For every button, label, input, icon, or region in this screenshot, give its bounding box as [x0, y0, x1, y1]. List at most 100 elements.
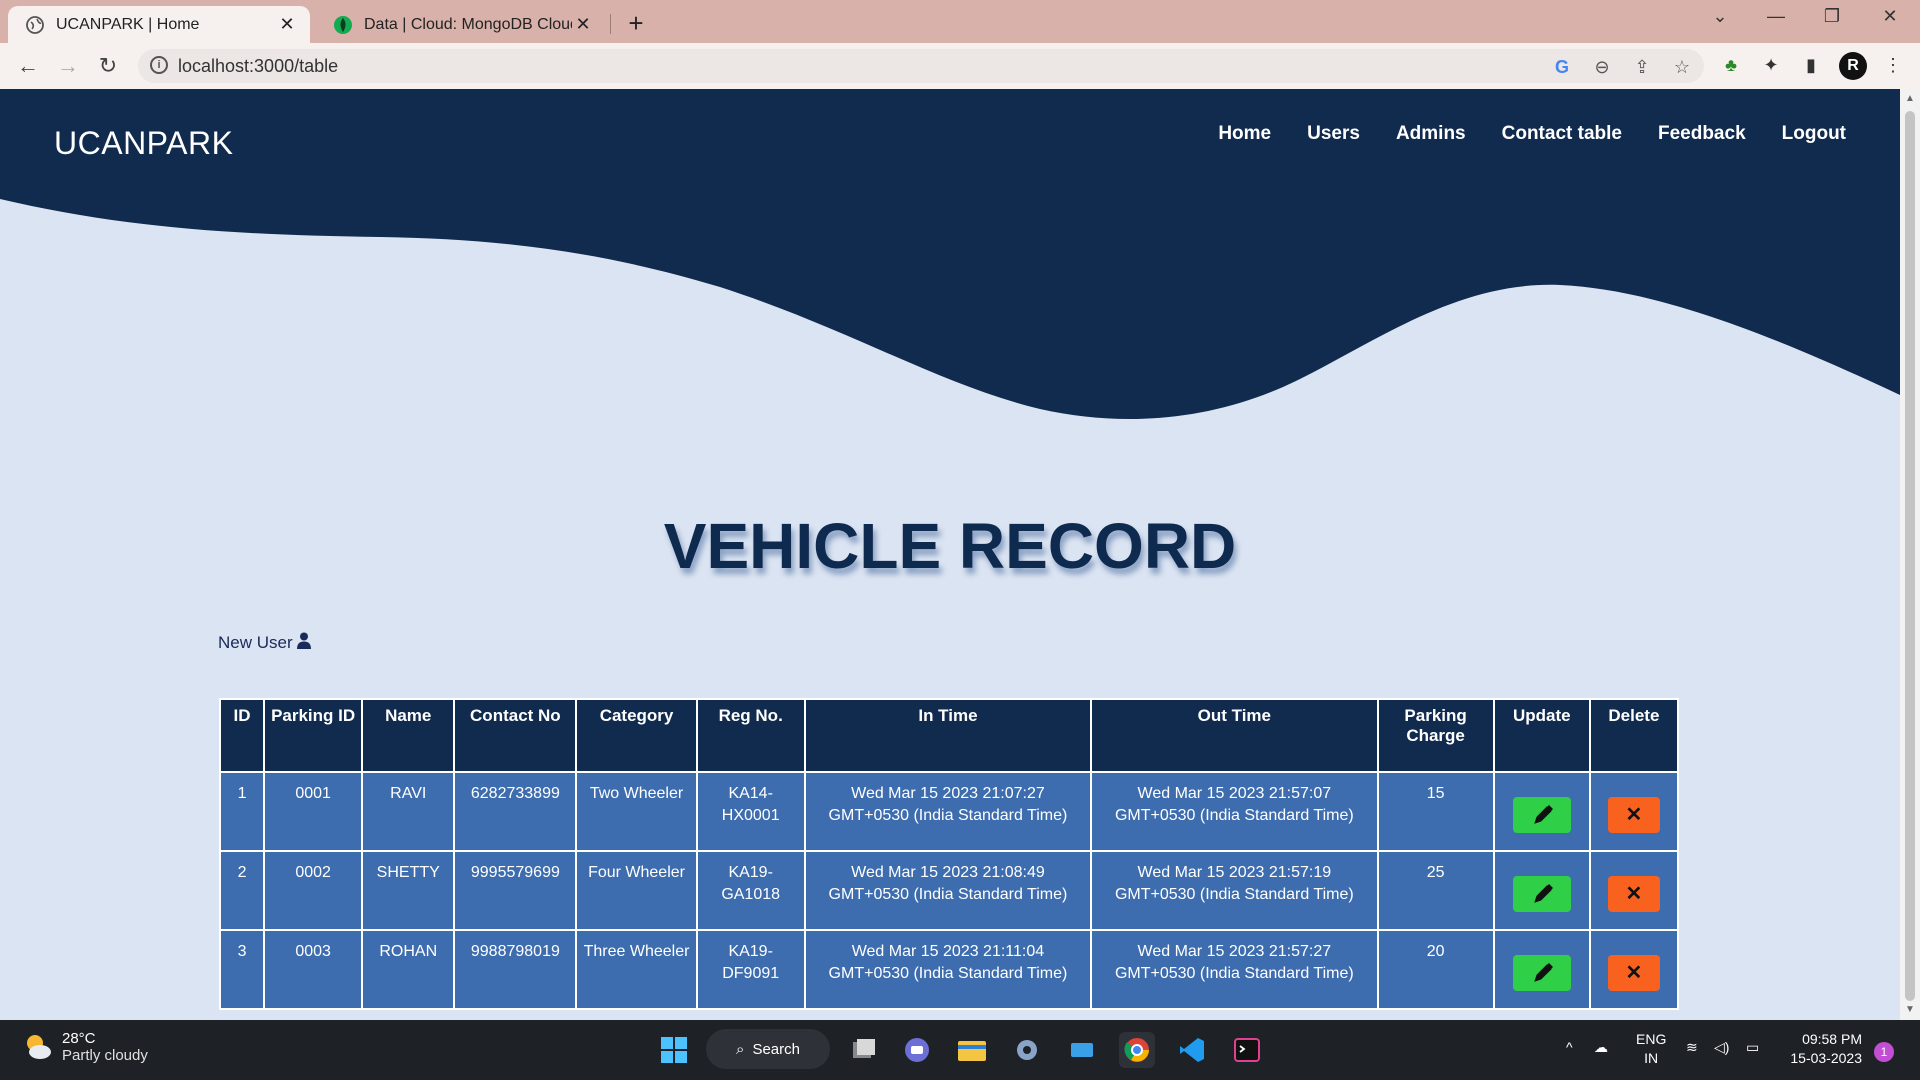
close-tab-icon[interactable]: ✕: [276, 14, 298, 35]
side-panel-icon[interactable]: ▮: [1798, 55, 1824, 76]
nav-logout[interactable]: Logout: [1782, 123, 1846, 145]
vscode-icon[interactable]: [1174, 1032, 1210, 1068]
cell-id: 1: [218, 771, 266, 852]
address-bar[interactable]: i localhost:3000/table G ⊖ ⇪ ☆: [138, 49, 1704, 83]
delete-button[interactable]: ✕: [1607, 955, 1660, 991]
table-row: 2 0002 SHETTY 9995579699 Four Wheeler KA…: [218, 850, 1680, 931]
delete-button[interactable]: ✕: [1607, 876, 1660, 912]
header-id: ID: [218, 698, 266, 773]
scroll-down-icon[interactable]: ▼: [1900, 1004, 1920, 1015]
header-parking-charge: Parking Charge: [1376, 698, 1495, 773]
delete-button[interactable]: ✕: [1607, 797, 1660, 833]
pencil-icon: [1533, 963, 1553, 982]
lang-bottom: IN: [1644, 1050, 1659, 1066]
header-parking-id: Parking ID: [263, 698, 364, 773]
clock-date: 15-03-2023: [1790, 1050, 1862, 1066]
extensions-puzzle-icon[interactable]: ✦: [1758, 55, 1784, 76]
header-out-time: Out Time: [1090, 698, 1379, 773]
nav-home[interactable]: Home: [1218, 123, 1271, 145]
cell-in-time: Wed Mar 15 2023 21:07:27 GMT+0530 (India…: [803, 771, 1093, 852]
nav-feedback[interactable]: Feedback: [1658, 123, 1746, 145]
minimize-icon[interactable]: —: [1756, 6, 1796, 27]
settings-gear-icon[interactable]: [1009, 1032, 1045, 1068]
nav-contact-table[interactable]: Contact table: [1502, 123, 1622, 145]
tab-search-chevron-icon[interactable]: ⌄: [1700, 6, 1740, 27]
cell-in-time: Wed Mar 15 2023 21:08:49 GMT+0530 (India…: [803, 850, 1093, 931]
site-info-icon[interactable]: i: [150, 56, 168, 74]
tab-ucanpark[interactable]: UCANPARK | Home ✕: [8, 6, 310, 43]
nav-admins[interactable]: Admins: [1396, 123, 1466, 145]
remote-desktop-icon[interactable]: [1064, 1032, 1100, 1068]
nav-users[interactable]: Users: [1307, 123, 1360, 145]
task-view-icon[interactable]: [845, 1032, 881, 1068]
main-nav: Home Users Admins Contact table Feedback…: [1218, 123, 1846, 145]
edit-button[interactable]: [1512, 955, 1571, 991]
battery-icon[interactable]: ▭: [1746, 1038, 1759, 1057]
brand-logo[interactable]: UCANPARK: [54, 125, 233, 162]
header-category: Category: [575, 698, 698, 773]
weather-widget[interactable]: 28°C Partly cloudy: [22, 1030, 148, 1064]
cell-reg-no: KA14-HX0001: [695, 771, 806, 852]
cell-update: [1492, 771, 1591, 852]
header-reg-no: Reg No.: [695, 698, 806, 773]
globe-icon: [26, 15, 44, 34]
back-arrow-icon[interactable]: ←: [14, 53, 42, 79]
user-icon: [296, 632, 312, 654]
weather-condition: Partly cloudy: [62, 1047, 148, 1064]
header-in-time: In Time: [803, 698, 1093, 773]
edit-button[interactable]: [1512, 876, 1571, 912]
cell-out-time: Wed Mar 15 2023 21:57:07 GMT+0530 (India…: [1090, 771, 1379, 852]
wifi-icon[interactable]: ≋: [1686, 1038, 1698, 1057]
cell-category: Four Wheeler: [575, 850, 698, 931]
zoom-icon[interactable]: ⊖: [1590, 57, 1614, 78]
close-tab-icon[interactable]: ✕: [572, 14, 594, 35]
page-title: VEHICLE RECORD: [663, 510, 1237, 582]
cell-update: [1492, 929, 1591, 1010]
tray-chevron-up-icon[interactable]: ^: [1566, 1038, 1573, 1057]
volume-icon[interactable]: ◁): [1714, 1038, 1729, 1057]
page-scrollbar[interactable]: ▲ ▼: [1900, 89, 1920, 1020]
cell-parking-id: 0003: [263, 929, 364, 1010]
browser-tab-bar: UCANPARK | Home ✕ Data | Cloud: MongoDB …: [0, 0, 1920, 43]
close-window-icon[interactable]: ✕: [1870, 6, 1910, 27]
cell-category: Three Wheeler: [575, 929, 698, 1010]
tab-mongodb[interactable]: Data | Cloud: MongoDB Cloud ✕: [316, 6, 606, 43]
cell-out-time: Wed Mar 15 2023 21:57:27 GMT+0530 (India…: [1090, 929, 1379, 1010]
file-explorer-icon[interactable]: [954, 1032, 990, 1068]
cell-in-time: Wed Mar 15 2023 21:11:04 GMT+0530 (India…: [803, 929, 1093, 1010]
scrollbar-thumb[interactable]: [1905, 111, 1915, 1001]
new-tab-icon[interactable]: +: [622, 8, 650, 39]
new-user-link[interactable]: New User: [218, 632, 312, 654]
reload-icon[interactable]: ↻: [94, 53, 122, 79]
clock[interactable]: 09:58 PM 15-03-2023: [1782, 1030, 1862, 1068]
terminal-icon[interactable]: [1229, 1032, 1265, 1068]
taskbar-search[interactable]: ⌕ Search: [706, 1029, 830, 1069]
lang-top: ENG: [1636, 1031, 1667, 1047]
teams-chat-icon[interactable]: [899, 1032, 935, 1068]
cell-contact: 6282733899: [453, 771, 578, 852]
menu-kebab-icon[interactable]: ⋮: [1880, 55, 1906, 76]
google-icon[interactable]: G: [1550, 57, 1574, 78]
profile-avatar[interactable]: R: [1839, 52, 1867, 80]
extension-tree-icon[interactable]: ♣: [1718, 55, 1744, 76]
header-name: Name: [361, 698, 456, 773]
windows-start-icon[interactable]: [656, 1032, 692, 1068]
onedrive-cloud-icon[interactable]: ☁: [1594, 1038, 1608, 1057]
weather-temp: 28°C: [62, 1030, 96, 1047]
cell-reg-no: KA19-DF9091: [695, 929, 806, 1010]
edit-button[interactable]: [1512, 797, 1571, 833]
chrome-icon[interactable]: [1119, 1032, 1155, 1068]
partly-cloudy-icon: [27, 1035, 51, 1059]
forward-arrow-icon[interactable]: →: [54, 53, 82, 79]
language-indicator[interactable]: ENG IN: [1636, 1030, 1666, 1068]
tab-label: UCANPARK | Home: [56, 15, 200, 33]
notification-badge[interactable]: 1: [1874, 1042, 1894, 1062]
url-text: localhost:3000/table: [178, 56, 339, 76]
scroll-up-icon[interactable]: ▲: [1900, 93, 1920, 104]
share-icon[interactable]: ⇪: [1630, 57, 1654, 78]
restore-icon[interactable]: ❐: [1812, 6, 1852, 27]
bookmark-star-icon[interactable]: ☆: [1670, 57, 1694, 78]
pencil-icon: [1533, 884, 1553, 903]
clock-time: 09:58 PM: [1802, 1031, 1862, 1047]
tab-divider: [610, 14, 611, 34]
